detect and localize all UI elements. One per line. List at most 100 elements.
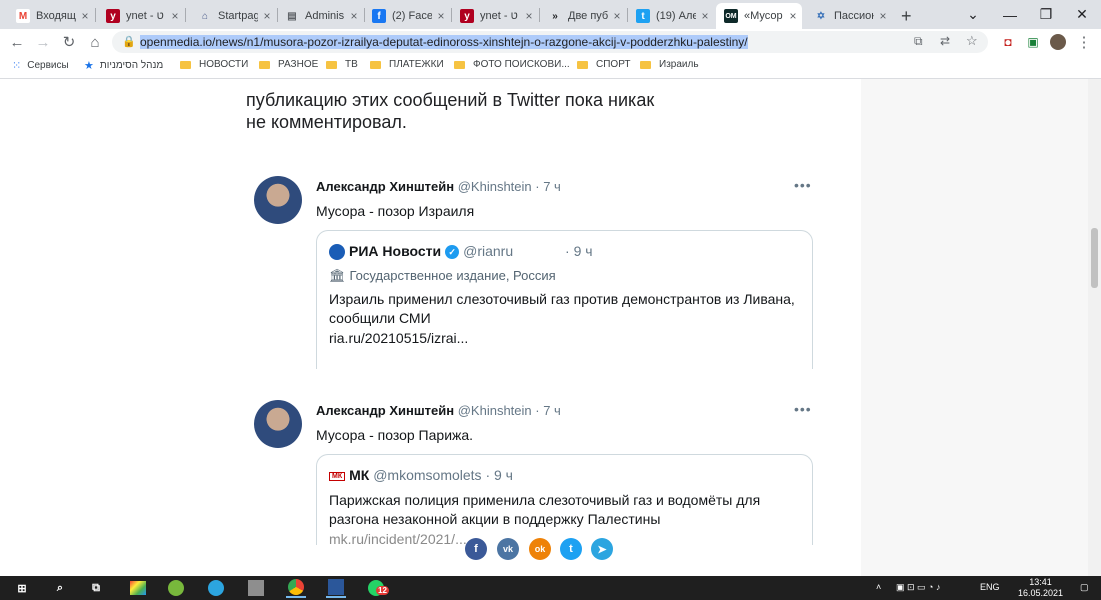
browser-tab[interactable]: ✡ Пассион × <box>806 3 892 29</box>
telegram-icon[interactable] <box>206 578 226 598</box>
twitter-icon: t <box>636 9 650 23</box>
bookmark-folder-payments[interactable]: ПЛАТЕЖКИ <box>370 59 444 70</box>
tab-label: Две пуб <box>568 10 608 22</box>
browser-tab[interactable]: OM «Мусор × <box>716 3 802 29</box>
quote-text: Израиль применил слезоточивый газ против… <box>329 291 795 326</box>
avatar[interactable] <box>1047 31 1069 53</box>
windows-start-icon[interactable]: ⊞ <box>12 578 32 598</box>
article-line: публикацию этих сообщений в Twitter пока… <box>246 90 655 110</box>
tweet-author[interactable]: Александр Хинштейн @Khinshtein · 7 ч <box>316 179 561 194</box>
close-window-icon[interactable]: ✕ <box>1064 0 1100 29</box>
bookmark-label: ПЛАТЕЖКИ <box>389 59 444 70</box>
lock-icon[interactable]: 🔒 <box>122 35 136 48</box>
new-tab-button[interactable]: + <box>893 3 923 29</box>
home-icon[interactable]: ⌂ <box>84 31 106 53</box>
tab-search-icon[interactable]: ⌄ <box>955 0 991 29</box>
bookmark-folder-misc[interactable]: РАЗНОЕ <box>259 59 318 70</box>
close-tab-icon[interactable]: × <box>784 9 802 23</box>
tab-label: (2) Faceb <box>392 10 432 22</box>
quote-link[interactable]: ria.ru/20210515/izrai... <box>329 329 809 348</box>
facebook-share-icon[interactable]: f <box>465 538 487 560</box>
ria-logo-icon <box>329 244 345 261</box>
close-tab-icon[interactable]: × <box>345 9 363 23</box>
openmedia-icon: OM <box>724 9 738 23</box>
browser-tab[interactable]: y ynet - ט × <box>98 3 184 29</box>
back-arrow-icon[interactable]: ← <box>6 31 28 53</box>
vk-share-icon[interactable]: vk <box>497 538 519 560</box>
reload-icon[interactable]: ↻ <box>58 31 80 53</box>
bookmark-folder-israel[interactable]: Израиль <box>640 59 699 70</box>
avatar[interactable] <box>254 176 302 224</box>
translate-icon[interactable]: ⇄ <box>940 34 950 48</box>
state-media-label: 🏛 Государственное издание, Россия <box>329 268 556 284</box>
tab-separator <box>95 8 96 22</box>
embedded-tweet[interactable]: Александр Хинштейн @Khinshtein · 7 ч •••… <box>254 392 834 547</box>
close-tab-icon[interactable]: × <box>76 9 94 23</box>
browser-tab[interactable]: ▤ Adminis × <box>277 3 363 29</box>
app-icon[interactable] <box>246 578 266 598</box>
folder-icon <box>180 60 191 69</box>
url-text[interactable]: openmedia.io/news/n1/musora-pozor-izrail… <box>140 35 748 49</box>
odnoklassniki-share-icon[interactable]: ok <box>529 538 551 560</box>
verified-icon: ✓ <box>445 245 460 260</box>
close-tab-icon[interactable]: × <box>608 9 626 23</box>
bookmark-star-icon[interactable]: ☆ <box>966 33 978 49</box>
restore-icon[interactable]: ❐ <box>1028 0 1064 29</box>
address-bar[interactable]: 🔒 openmedia.io/news/n1/musora-pozor-izra… <box>112 31 988 53</box>
scrollbar-thumb[interactable] <box>1091 228 1098 288</box>
clock[interactable]: 13:41 16.05.2021 <box>1018 577 1063 599</box>
close-tab-icon[interactable]: × <box>874 9 892 23</box>
extension-icon[interactable]: ◘ <box>997 31 1019 53</box>
cast-icon[interactable]: ⧉ <box>914 34 923 49</box>
clock-date: 16.05.2021 <box>1018 588 1064 598</box>
bookmark-folder-photo[interactable]: ФОТО ПОИСКОВИ... <box>454 59 570 70</box>
extension-green-icon[interactable]: ▣ <box>1022 31 1044 53</box>
bookmark-manager[interactable]: ★ מנהל הסימניות <box>84 59 163 72</box>
quote-author: МК МК @mkomsomolets · 9 ч <box>329 467 513 483</box>
close-tab-icon[interactable]: × <box>520 9 538 23</box>
browser-tab[interactable]: f (2) Faceb× <box>364 3 450 29</box>
browser-tab[interactable]: ⌂ Startpag × <box>190 3 276 29</box>
close-tab-icon[interactable]: × <box>432 9 450 23</box>
task-view-icon[interactable]: ⧉ <box>86 578 106 598</box>
bookmark-folder-sport[interactable]: СПОРТ <box>577 59 631 70</box>
folder-icon <box>454 60 465 69</box>
tweet-author[interactable]: Александр Хинштейн @Khinshtein · 7 ч <box>316 403 561 418</box>
browser-tab[interactable]: M Входящи× <box>8 3 94 29</box>
tray-icons[interactable]: ▣ ⊡ ▭ ◔ ♪ <box>896 582 941 593</box>
language-indicator[interactable]: ENG <box>980 582 1000 592</box>
bookmark-folder-tv[interactable]: ТВ <box>326 59 358 70</box>
folder-icon <box>370 60 381 69</box>
utorrent-icon[interactable] <box>166 578 186 598</box>
scrollbar[interactable] <box>1088 79 1101 576</box>
forward-arrow-icon[interactable]: → <box>32 31 54 53</box>
close-tab-icon[interactable]: × <box>258 9 276 23</box>
browser-tab[interactable]: t (19) Але × <box>628 3 714 29</box>
quoted-tweet[interactable]: МК МК @mkomsomolets · 9 ч Парижская полиц… <box>316 454 813 547</box>
search-icon[interactable]: ⌕ <box>50 578 70 598</box>
avatar[interactable] <box>254 400 302 448</box>
notifications-icon[interactable]: ▢ <box>1080 582 1089 593</box>
browser-tab[interactable]: y ynet - ט × <box>452 3 538 29</box>
menu-icon[interactable]: ⋮ <box>1073 31 1095 53</box>
photo-editor-icon[interactable] <box>128 578 148 598</box>
browser-tab[interactable]: » Две пуб × <box>540 3 626 29</box>
folder-icon <box>577 60 588 69</box>
chrome-icon[interactable] <box>286 578 306 598</box>
more-options-icon[interactable]: ••• <box>794 401 812 417</box>
bookmark-label: НОВОСТИ <box>199 59 249 70</box>
chevron-up-icon[interactable]: ˄ <box>876 582 881 592</box>
more-options-icon[interactable]: ••• <box>794 177 812 193</box>
twitter-share-icon[interactable]: t <box>560 538 582 560</box>
whatsapp-icon[interactable]: 12 <box>366 578 389 598</box>
embedded-tweet[interactable]: Александр Хинштейн @Khinshtein · 7 ч •••… <box>254 168 834 369</box>
star-of-david-icon: ✡ <box>816 10 826 22</box>
close-tab-icon[interactable]: × <box>166 9 184 23</box>
word-icon[interactable] <box>326 578 346 598</box>
bookmark-apps[interactable]: ⁙ Сервисы <box>12 59 69 72</box>
minimize-icon[interactable]: — <box>992 0 1028 29</box>
close-tab-icon[interactable]: × <box>696 9 714 23</box>
telegram-share-icon[interactable]: ➤ <box>591 538 613 560</box>
bookmark-folder-news[interactable]: НОВОСТИ <box>180 59 248 70</box>
quoted-tweet[interactable]: РИА Новости ✓ @rianru · 9 ч 🏛 Государственн… <box>316 230 813 369</box>
